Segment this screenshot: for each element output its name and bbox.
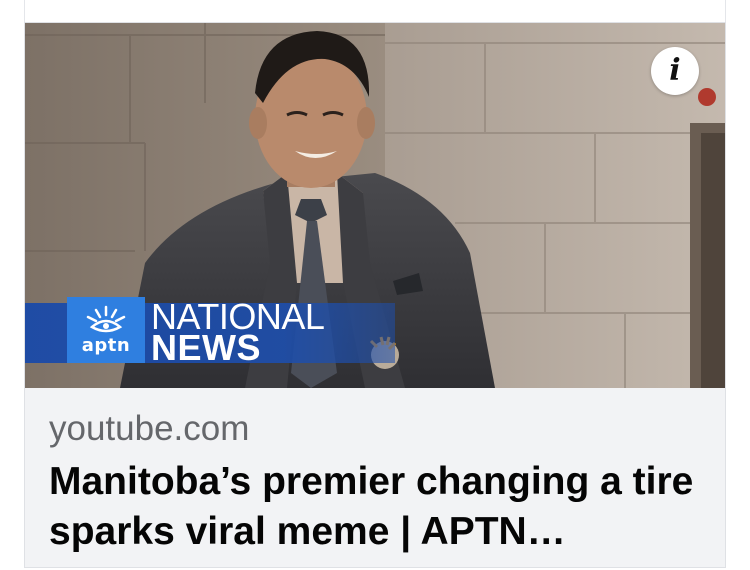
info-button[interactable]: i (651, 47, 699, 95)
video-thumbnail[interactable]: aptn NATIONAL NEWS i (25, 23, 725, 388)
link-preview-card[interactable]: aptn NATIONAL NEWS i youtube.com Manitob… (24, 22, 726, 568)
link-domain: youtube.com (49, 409, 250, 448)
news-lower-third: aptn NATIONAL NEWS (25, 297, 395, 368)
info-icon: i (669, 53, 681, 88)
previous-card-edge (24, 0, 726, 22)
aptn-brand-text: aptn (81, 335, 131, 356)
link-headline[interactable]: Manitoba’s premier changing a tire spark… (49, 457, 709, 557)
link-preview-meta[interactable]: youtube.com Manitoba’s premier changing … (49, 409, 709, 557)
overlay-news-text: NEWS (151, 327, 261, 368)
aptn-logo-icon: aptn (67, 297, 145, 363)
